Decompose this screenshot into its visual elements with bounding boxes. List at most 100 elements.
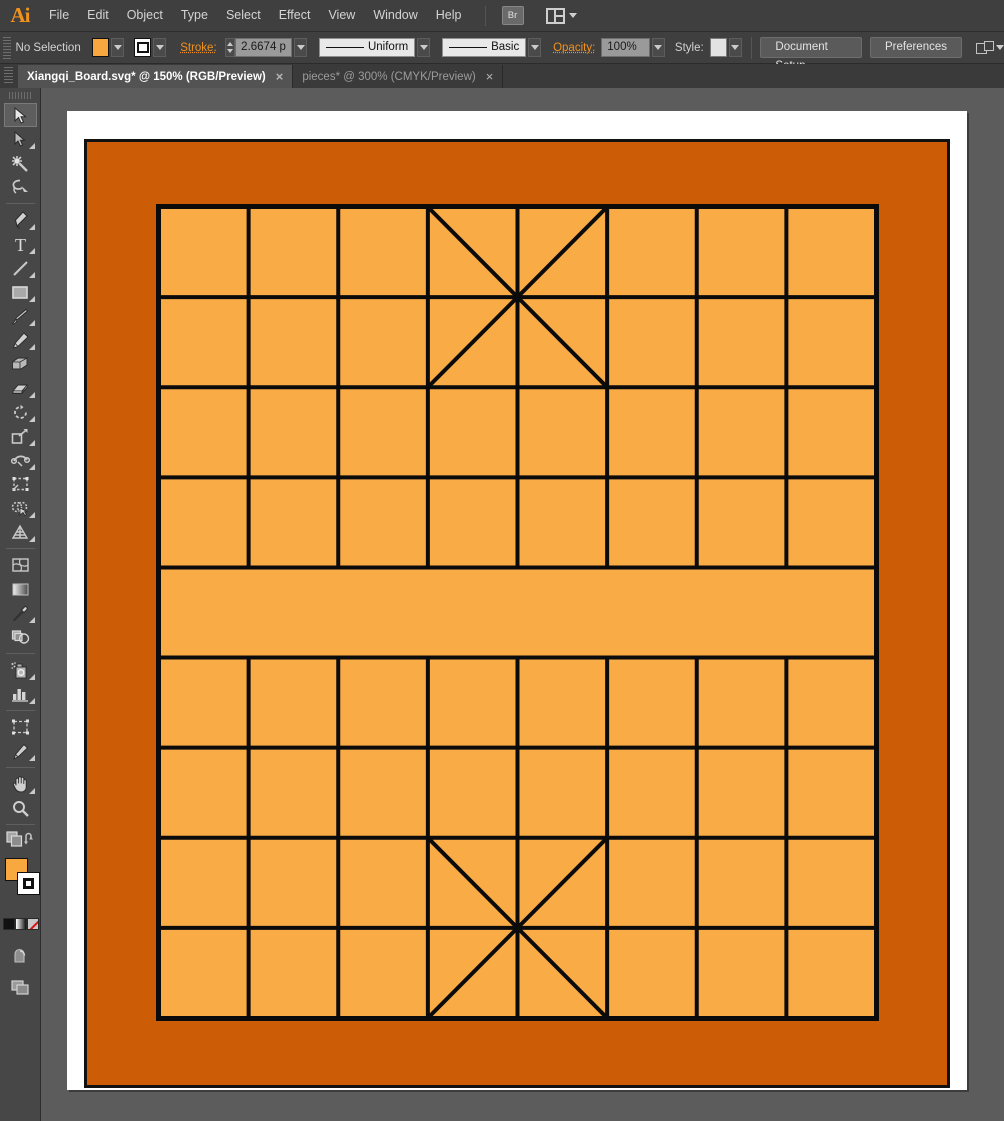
menu-edit[interactable]: Edit xyxy=(78,0,118,31)
tab-bar-grip[interactable] xyxy=(4,67,13,85)
arrange-documents-button[interactable] xyxy=(545,7,577,24)
control-bar-overflow-button[interactable] xyxy=(976,40,1004,55)
menu-divider xyxy=(484,5,486,26)
preferences-button[interactable]: Preferences xyxy=(869,37,962,58)
canvas-area[interactable] xyxy=(41,88,1004,1121)
tool-flyout-icon xyxy=(28,512,35,518)
scale-tool[interactable] xyxy=(4,424,37,448)
tool-flyout-icon xyxy=(28,617,35,623)
draw-normal-mode-button[interactable] xyxy=(6,831,23,852)
selection-tool[interactable] xyxy=(3,103,37,127)
paintbrush-tool[interactable] xyxy=(4,304,37,328)
xiangqi-board-background[interactable] xyxy=(84,139,950,1088)
pen-tool[interactable] xyxy=(4,208,37,232)
menu-effect[interactable]: Effect xyxy=(270,0,320,31)
chevron-down-icon xyxy=(296,45,305,50)
stroke-color-swatch[interactable] xyxy=(134,38,152,57)
stroke-label[interactable]: Stroke: xyxy=(180,42,216,54)
gradient-mode-button[interactable] xyxy=(14,918,27,930)
xiangqi-board-grid[interactable] xyxy=(156,204,879,1021)
stroke-weight-input[interactable]: 2.6674 p xyxy=(235,38,293,57)
fill-swatch-dropdown[interactable] xyxy=(111,38,125,57)
width-warp-tool[interactable] xyxy=(4,448,37,472)
zoom-tool[interactable] xyxy=(4,796,37,820)
rotate-tool[interactable] xyxy=(4,400,37,424)
control-bar-grip[interactable] xyxy=(3,36,11,59)
symbol-sprayer-tool[interactable] xyxy=(4,658,37,682)
fill-color-swatch[interactable] xyxy=(92,38,110,57)
hand-tool[interactable] xyxy=(4,772,37,796)
stroke-weight-stepper[interactable] xyxy=(224,38,235,57)
width-profile-dropdown[interactable] xyxy=(417,38,431,57)
opacity-label[interactable]: Opacity: xyxy=(553,42,595,54)
shape-builder-tool[interactable] xyxy=(4,496,37,520)
tab-xiangqi-board[interactable]: Xiangqi_Board.svg* @ 150% (RGB/Preview) … xyxy=(18,65,294,88)
stroke-color-indicator[interactable] xyxy=(17,872,40,895)
drawing-mode-button[interactable] xyxy=(4,944,37,968)
artboard-tool[interactable] xyxy=(4,715,37,739)
eraser-tool[interactable] xyxy=(4,376,37,400)
blob-brush-tool[interactable] xyxy=(4,352,37,376)
document-tab-bar: Xiangqi_Board.svg* @ 150% (RGB/Preview) … xyxy=(0,64,1004,88)
swap-fill-stroke-button[interactable] xyxy=(24,832,37,850)
direct-selection-tool[interactable] xyxy=(4,127,37,151)
rectangle-tool[interactable] xyxy=(4,280,37,304)
bridge-button[interactable]: Br xyxy=(501,6,524,25)
brush-definition-select[interactable]: Basic xyxy=(442,38,527,57)
tools-divider xyxy=(5,824,35,825)
menu-help[interactable]: Help xyxy=(427,0,471,31)
menu-type[interactable]: Type xyxy=(172,0,217,31)
tool-flyout-icon xyxy=(28,296,35,302)
graphic-style-dropdown[interactable] xyxy=(728,38,742,57)
tool-flyout-icon xyxy=(28,536,35,542)
tools-divider xyxy=(5,653,35,654)
tab-pieces[interactable]: pieces* @ 300% (CMYK/Preview) × xyxy=(293,65,504,88)
tool-flyout-icon xyxy=(28,224,35,230)
change-screen-mode-button[interactable] xyxy=(4,976,37,1000)
none-mode-button[interactable] xyxy=(26,918,39,930)
column-graph-tool[interactable] xyxy=(4,682,37,706)
style-label: Style: xyxy=(674,41,704,54)
slice-tool[interactable] xyxy=(4,739,37,763)
menu-bar: Ai File Edit Object Type Select Effect V… xyxy=(0,0,1004,31)
stroke-swatch-dropdown[interactable] xyxy=(153,38,167,57)
color-mode-buttons xyxy=(0,914,41,934)
fill-stroke-swatches xyxy=(0,854,41,910)
tool-flyout-icon xyxy=(28,392,35,398)
blend-tool[interactable] xyxy=(4,625,37,649)
brush-preview xyxy=(449,47,488,48)
type-tool[interactable]: T xyxy=(4,232,37,256)
lasso-tool[interactable] xyxy=(4,175,37,199)
stroke-weight-dropdown[interactable] xyxy=(294,38,307,57)
mesh-tool[interactable] xyxy=(4,553,37,577)
line-segment-tool[interactable] xyxy=(4,256,37,280)
color-swatch-mode-button[interactable] xyxy=(2,918,15,930)
tools-panel-grip[interactable] xyxy=(9,92,31,99)
chevron-down-icon xyxy=(155,45,164,50)
width-profile-select[interactable]: Uniform xyxy=(318,38,416,57)
free-transform-tool[interactable] xyxy=(4,472,37,496)
pencil-tool[interactable] xyxy=(4,328,37,352)
gradient-tool[interactable] xyxy=(4,577,37,601)
opacity-input[interactable]: 100% xyxy=(601,38,651,57)
menu-select[interactable]: Select xyxy=(217,0,270,31)
opacity-dropdown[interactable] xyxy=(652,38,665,57)
tool-flyout-icon xyxy=(28,755,35,761)
chevron-down-icon xyxy=(996,45,1004,50)
magic-wand-tool[interactable] xyxy=(4,151,37,175)
close-icon[interactable]: × xyxy=(486,69,494,84)
width-profile-preview xyxy=(325,47,364,48)
eyedropper-tool[interactable] xyxy=(4,601,37,625)
perspective-grid-tool[interactable] xyxy=(4,520,37,544)
menu-window[interactable]: Window xyxy=(364,0,426,31)
tool-flyout-icon xyxy=(28,440,35,446)
tool-flyout-icon xyxy=(28,698,35,704)
close-icon[interactable]: × xyxy=(276,69,284,84)
document-setup-button[interactable]: Document Setup xyxy=(760,37,862,72)
menu-object[interactable]: Object xyxy=(118,0,172,31)
graphic-style-swatch[interactable] xyxy=(709,38,727,57)
menu-file[interactable]: File xyxy=(40,0,78,31)
brush-definition-dropdown[interactable] xyxy=(528,38,542,57)
menu-view[interactable]: View xyxy=(319,0,364,31)
chevron-down-icon xyxy=(419,45,428,50)
